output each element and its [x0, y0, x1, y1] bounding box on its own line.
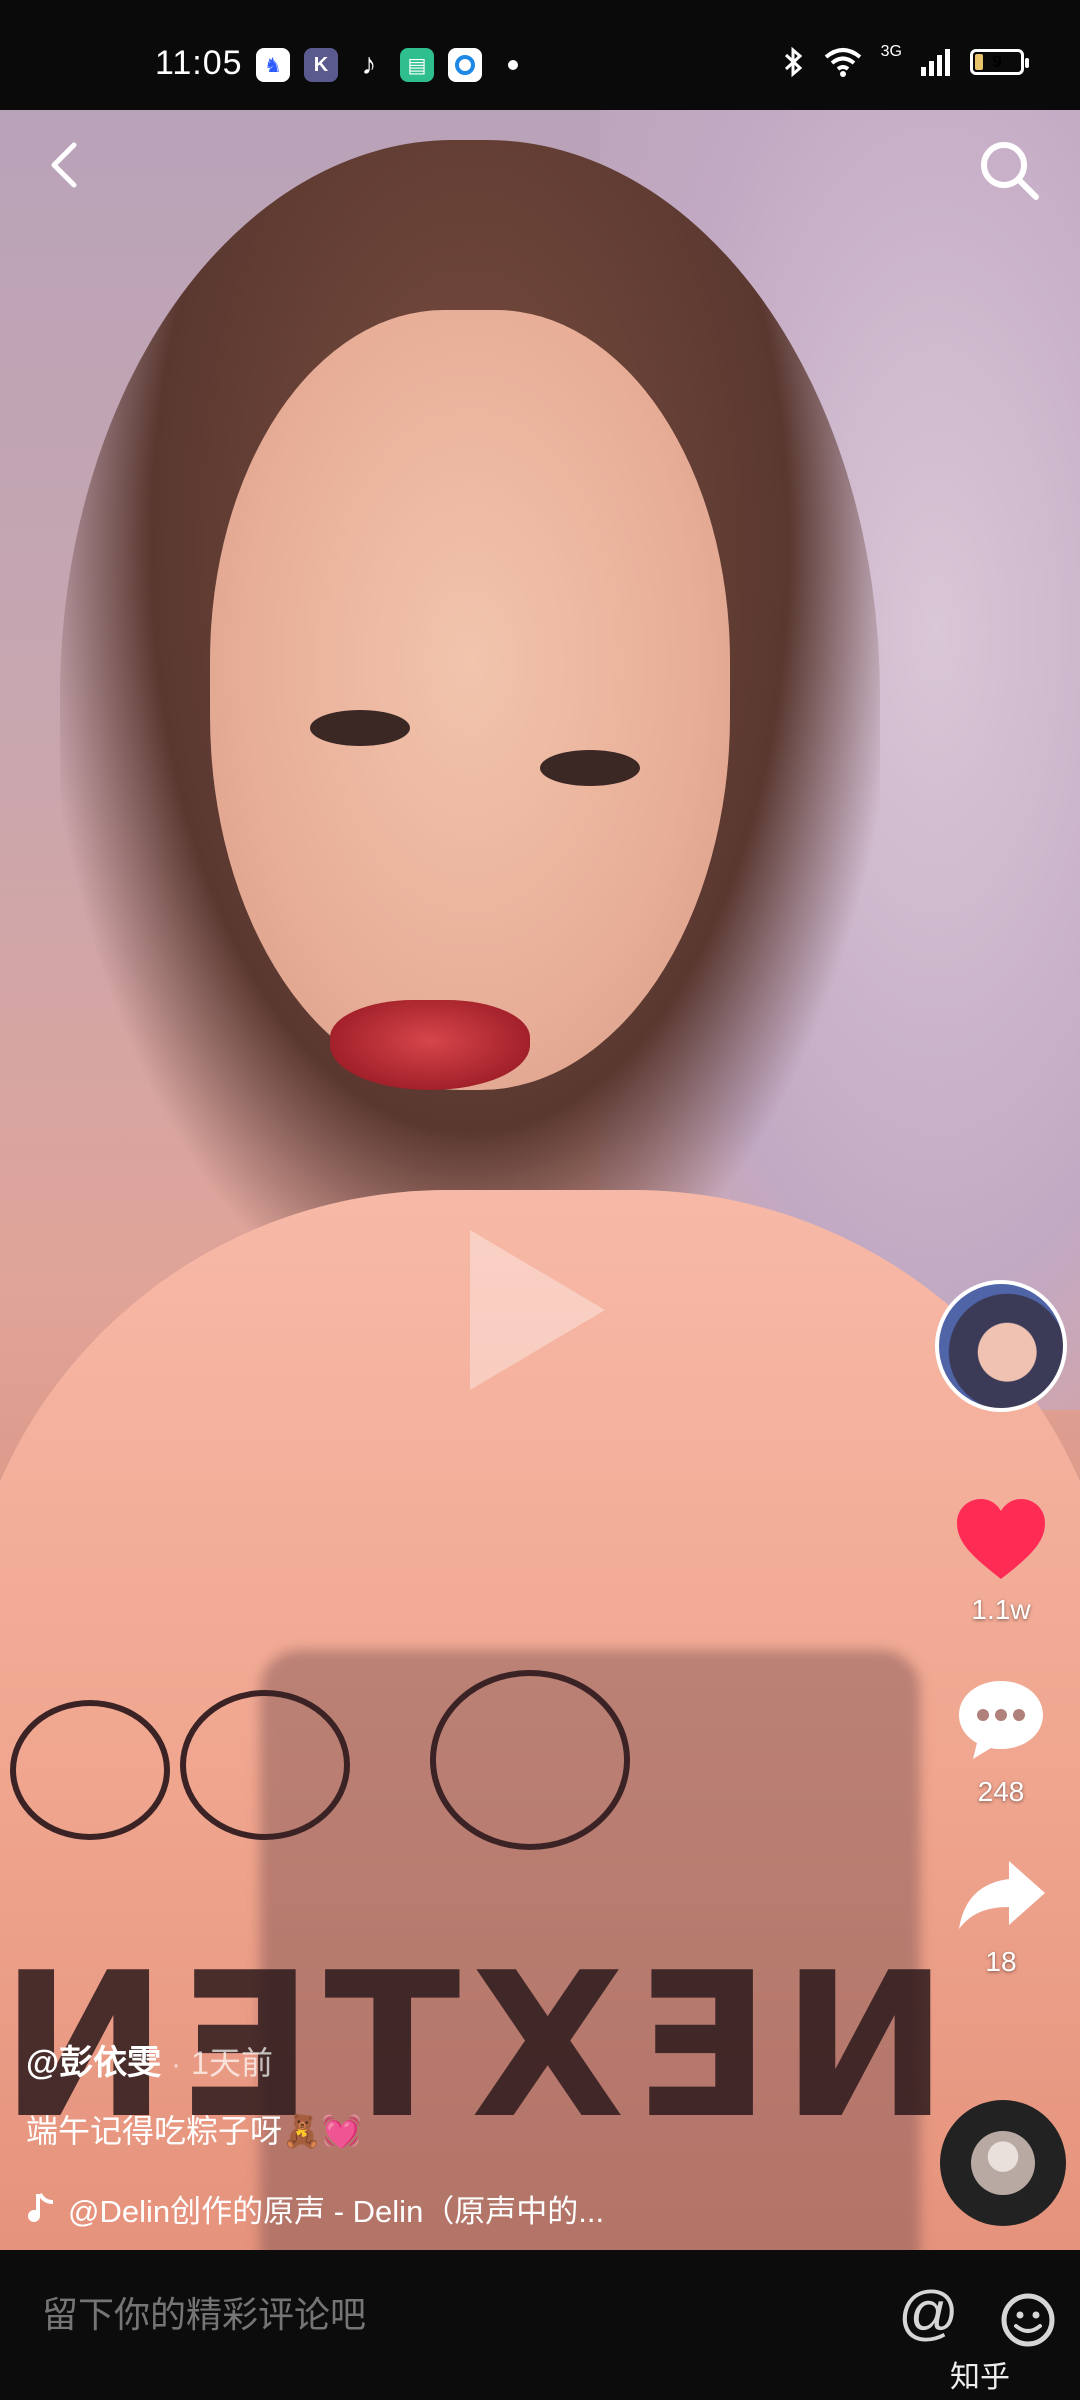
share-button[interactable]: 18	[935, 1855, 1067, 1978]
shirt-kirby-2	[180, 1690, 350, 1840]
music-cover	[971, 2131, 1035, 2195]
author-name[interactable]: @彭依雯	[26, 2035, 161, 2084]
heart-icon	[957, 1499, 1045, 1579]
status-bar: 11:05 ♞ K ♪ ▤ 3G 9	[0, 0, 1080, 110]
comment-bubble-icon	[959, 1681, 1043, 1759]
search-button[interactable]	[974, 135, 1044, 205]
status-time: 11:05	[155, 44, 243, 82]
comment-bar: @	[0, 2250, 1080, 2400]
shirt-kirby-1	[10, 1700, 170, 1840]
post-time: 1天前	[191, 2045, 273, 2081]
shirt-kirby-3	[430, 1670, 630, 1850]
zhihu-watermark: 知乎	[950, 2361, 1010, 2394]
battery-level: 9	[992, 52, 1002, 71]
author-line: @彭依雯 · 1天前	[26, 2035, 906, 2084]
back-button[interactable]	[36, 135, 96, 195]
more-notifications-dot	[508, 60, 518, 70]
status-indicators: 3G 9	[783, 43, 1029, 78]
comment-count: 248	[977, 1776, 1025, 1807]
video-subject-eye-left	[310, 710, 410, 746]
battery-icon: 9	[970, 49, 1029, 75]
chevron-left-icon	[51, 142, 77, 188]
comment-button[interactable]: 248	[935, 1675, 1067, 1808]
douyin-app-icon: ♪	[361, 48, 377, 81]
browser-app-icon	[448, 48, 482, 82]
video-subject-lips	[330, 1000, 530, 1090]
video-player[interactable]: NEXTEN	[0, 110, 1080, 2250]
mention-button[interactable]: @	[898, 2278, 959, 2347]
smiley-icon	[1001, 2293, 1055, 2347]
notification-icons: ♞ K ♪ ▤	[256, 48, 518, 82]
video-description: 端午记得吃粽子呀🧸💓	[26, 2113, 362, 2149]
video-caption: @彭依雯 · 1天前 端午记得吃粽子呀🧸💓 @Delin创作的原声 - Deli…	[26, 2035, 906, 2231]
signal-icon	[921, 49, 950, 76]
comment-input[interactable]	[42, 2294, 842, 2336]
baidu-app-icon: ♞	[256, 48, 290, 82]
share-count: 18	[985, 1946, 1017, 1977]
video-subject-face	[210, 310, 730, 1090]
share-arrow-icon	[959, 1861, 1045, 1929]
battery-level-fill	[975, 54, 983, 70]
music-note-icon	[28, 2192, 54, 2222]
bluetooth-icon	[784, 46, 802, 78]
green-app-icon: ▤	[400, 48, 434, 82]
creator-avatar[interactable]	[935, 1280, 1067, 1412]
emoji-button[interactable]	[998, 2290, 1058, 2350]
music-info[interactable]: @Delin创作的原声 - Delin（原声中的...	[26, 2186, 906, 2231]
separator-dot: ·	[171, 2048, 182, 2081]
music-title: @Delin创作的原声 - Delin（原声中的...	[68, 2194, 605, 2229]
search-icon	[981, 142, 1039, 200]
wifi-icon	[824, 48, 861, 77]
video-subject-eye-right	[540, 750, 640, 786]
k-app-icon: K	[304, 48, 338, 82]
video-screen: 11:05 ♞ K ♪ ▤ 3G 9 NEXTEN 1.1w 248 18 @彭…	[0, 0, 1080, 2400]
network-type-label: 3G	[880, 43, 902, 60]
music-disc[interactable]	[940, 2100, 1066, 2226]
play-icon[interactable]	[470, 1230, 605, 1390]
like-count: 1.1w	[971, 1594, 1031, 1625]
like-button[interactable]: 1.1w	[935, 1495, 1067, 1626]
